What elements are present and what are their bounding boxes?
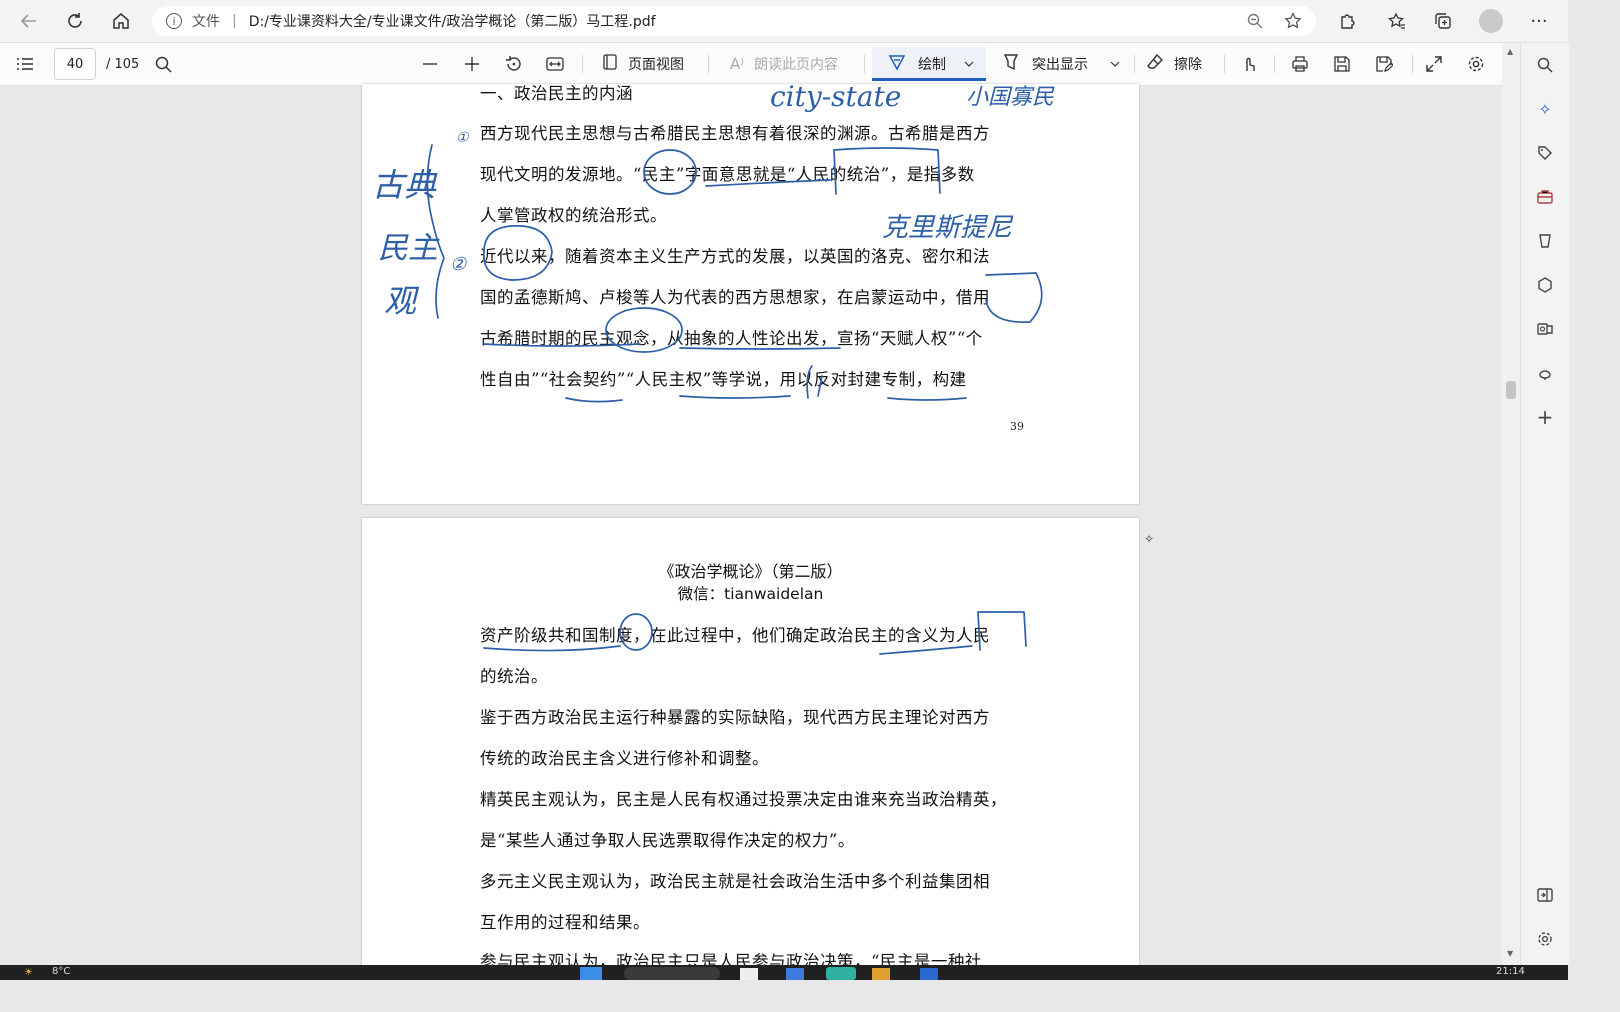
page-text-line: 近代以来，随着资本主义生产方式的发展，以英国的洛克、密尔和法 — [480, 247, 990, 266]
address-bar[interactable]: i 文件 | D:/专业课资料大全/专业课文件/政治学概论（第二版）马工程.pd… — [152, 6, 1316, 36]
scheme-label: 文件 — [192, 14, 220, 30]
page-text-line: 传统的政治民主含义进行修补和调整。 — [480, 749, 769, 768]
rotate-icon[interactable] — [505, 43, 523, 85]
outlook-icon[interactable] — [1533, 317, 1557, 341]
scroll-down-icon[interactable]: ▼ — [1507, 949, 1513, 958]
page-total: / 105 — [106, 56, 140, 72]
address-separator: | — [232, 13, 237, 29]
sidebar-settings-icon[interactable] — [1533, 927, 1557, 951]
read-aloud-button[interactable]: A⁾ 朗读此页内容 — [730, 43, 838, 85]
page-text-line: 人掌管政权的统治形式。 — [480, 206, 667, 225]
refresh-icon[interactable] — [60, 6, 90, 36]
collections-icon[interactable] — [1428, 6, 1458, 36]
pdf-toolbar: 40 / 105 页面视图 A⁾ 朗读此页内容 绘制 突出显示 擦除 — [0, 43, 1520, 86]
page-number: 39 — [1010, 420, 1024, 433]
book-title-header: 《政治学概论》（第二版） — [658, 562, 843, 581]
copilot-sparkle-icon[interactable]: ✧ — [1533, 97, 1557, 121]
more-menu-icon[interactable]: ··· — [1524, 6, 1554, 36]
hide-sidebar-icon[interactable] — [1533, 883, 1557, 907]
pdf-page-39: 一、政治民主的内涵 西方现代民主思想与古希腊民主思想有着很深的渊源。古希腊是西方… — [362, 84, 1139, 504]
contents-icon[interactable] — [16, 43, 34, 85]
page-view-label: 页面视图 — [628, 57, 684, 73]
windows-taskbar: ☀ 8°C 21:14 — [0, 965, 1568, 980]
draw-label: 绘制 — [918, 57, 946, 73]
erase-button[interactable]: 擦除 — [1146, 43, 1202, 85]
page-text-line: 西方现代民主思想与古希腊民主思想有着很深的渊源。古希腊是西方 — [480, 124, 990, 143]
page-text-line: 现代文明的发源地。“民主”字面意思就是“人民的统治”，是指多数 — [480, 165, 975, 184]
page-text-line: 资产阶级共和国制度，在此过程中，他们确定政治民主的含义为人民 — [480, 626, 990, 645]
eraser-icon — [1146, 53, 1164, 75]
page-number-input[interactable]: 40 — [54, 48, 96, 80]
settings-icon[interactable] — [1467, 43, 1485, 85]
pdf-page-40: 《政治学概论》（第二版） 微信：tianwaidelan 资产阶级共和国制度，在… — [362, 518, 1139, 978]
extensions-icon[interactable] — [1332, 6, 1362, 36]
print-icon[interactable] — [1291, 43, 1309, 85]
page-view-icon — [602, 54, 618, 74]
save-icon[interactable] — [1333, 43, 1351, 85]
taskbar-folder-icon[interactable] — [872, 968, 890, 980]
favorites-icon[interactable] — [1382, 6, 1412, 36]
add-sidebar-icon[interactable]: + — [1533, 405, 1557, 429]
highlight-button[interactable]: 突出显示 — [1002, 43, 1088, 85]
home-icon[interactable] — [106, 6, 136, 36]
zoom-out-icon[interactable] — [422, 43, 438, 85]
cursor-sparkle-icon: ✧ — [1144, 532, 1155, 546]
taskbar-app-icon[interactable] — [786, 968, 804, 980]
highlight-icon — [1002, 53, 1020, 75]
zoom-out-search-icon[interactable] — [1240, 6, 1270, 36]
page-text-line: 古希腊时期的民主观念，从抽象的人性论出发，宣扬“天赋人权”“个 — [480, 329, 983, 348]
browser-sidebar: ✧ + — [1520, 43, 1569, 965]
search-icon[interactable] — [1533, 53, 1557, 77]
avatar[interactable] — [1476, 6, 1506, 36]
draw-dropdown-icon[interactable] — [964, 43, 974, 85]
back-icon[interactable] — [14, 6, 44, 36]
weather-icon: ☀ — [24, 967, 33, 978]
taskbar-edge-icon[interactable] — [826, 967, 856, 980]
taskbar-search-box[interactable] — [624, 967, 720, 980]
page-text-line: 性自由”“社会契约”“人民主权”等学说，用以反对封建专制，构建 — [480, 370, 967, 389]
info-icon[interactable]: i — [166, 13, 182, 29]
zoom-in-icon[interactable] — [464, 43, 480, 85]
taskbar-app-icon[interactable] — [920, 968, 938, 980]
shopping-tag-icon[interactable] — [1533, 141, 1557, 165]
page-text-line: 精英民主观认为，民主是人民有权通过投票决定由谁来充当政治精英， — [480, 790, 1007, 809]
read-aloud-label: 朗读此页内容 — [753, 57, 838, 73]
wechat-header: 微信：tianwaidelan — [677, 585, 824, 603]
page-text-line: 互作用的过程和结果。 — [480, 913, 650, 932]
microsoft-365-icon[interactable] — [1533, 273, 1557, 297]
draw-icon — [888, 53, 906, 75]
address-text[interactable]: D:/专业课资料大全/专业课文件/政治学概论（第二版）马工程.pdf — [249, 11, 656, 31]
page-text-line: 是“某些人通过争取人民选票取得作决定的权力”。 — [480, 831, 855, 850]
highlight-dropdown-icon[interactable] — [1110, 43, 1120, 85]
fullscreen-icon[interactable] — [1426, 43, 1442, 85]
vertical-scrollbar[interactable]: ▲ ▼ — [1502, 43, 1520, 965]
page-text-line: 国的孟德斯鸠、卢梭等人为代表的西方思想家，在启蒙运动中，借用 — [480, 288, 990, 307]
browser-chrome: i 文件 | D:/专业课资料大全/专业课文件/政治学概论（第二版）马工程.pd… — [0, 0, 1568, 43]
read-aloud-icon: A⁾ — [730, 55, 744, 73]
page-view-button[interactable]: 页面视图 — [602, 43, 684, 85]
touch-write-icon[interactable] — [1240, 43, 1258, 85]
search-icon[interactable] — [155, 43, 172, 85]
scrollbar-thumb[interactable] — [1506, 381, 1516, 399]
favorite-add-icon[interactable] — [1278, 6, 1308, 36]
erase-label: 擦除 — [1174, 57, 1202, 73]
page-text-line: 的统治。 — [480, 667, 548, 686]
draw-button[interactable]: 绘制 — [888, 43, 946, 85]
page-text-line: 鉴于西方政治民主运行种暴露的实际缺陷，现代西方民主理论对西方 — [480, 708, 990, 727]
start-icon[interactable] — [580, 967, 602, 980]
highlight-label: 突出显示 — [1032, 57, 1088, 73]
taskbar-clock: 21:14 — [1496, 966, 1525, 977]
scroll-up-icon[interactable]: ▲ — [1507, 47, 1513, 56]
fit-page-icon[interactable] — [546, 43, 564, 85]
weather-temp: 8°C — [52, 966, 71, 977]
save-as-icon[interactable] — [1375, 43, 1393, 85]
drop-icon[interactable] — [1533, 361, 1557, 385]
tools-briefcase-icon[interactable] — [1533, 185, 1557, 209]
page-text-line: 多元主义民主观认为，政治民主就是社会政治生活中多个利益集团相 — [480, 872, 990, 891]
section-heading: 一、政治民主的内涵 — [480, 84, 633, 103]
games-icon[interactable] — [1533, 229, 1557, 253]
taskbar-app-icon[interactable] — [740, 968, 758, 980]
